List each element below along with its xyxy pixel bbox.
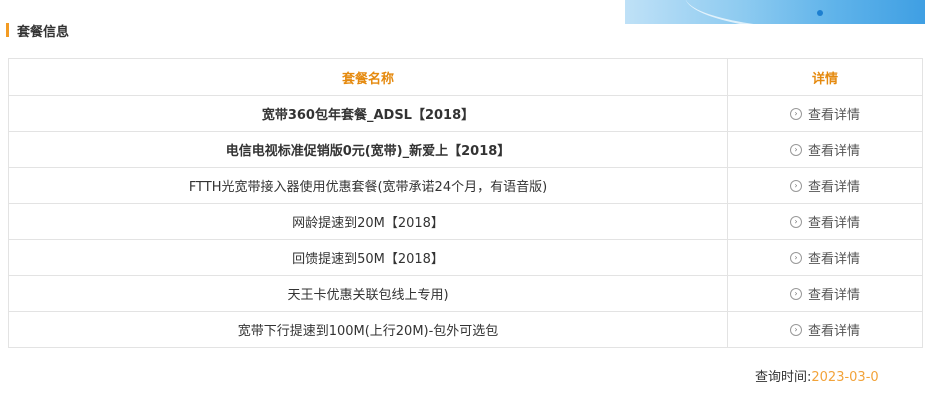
table-row: FTTH光宽带接入器使用优惠套餐(宽带承诺24个月，有语音版) › 查看详情 [8,167,923,204]
view-detail-label: 查看详情 [807,252,860,267]
table-body: 宽带360包年套餐_ADSL【2018】 › 查看详情 电信电视标准促销版0元(宽带)… [8,95,923,348]
package-name-cell: 宽带360包年套餐_ADSL【2018】 [8,95,728,132]
view-detail-label: 查看详情 [807,288,860,303]
section-title-bar [6,23,9,37]
table-row: 宽带下行提速到100M(上行20M)-包外可选包 › 查看详情 [8,311,923,348]
detail-cell: › 查看详情 [727,311,923,348]
query-time-date: 2023-03-0 [811,370,879,385]
view-detail-label: 查看详情 [807,180,860,195]
view-detail-label: 查看详情 [807,324,860,339]
detail-cell: › 查看详情 [727,203,923,240]
detail-cell: › 查看详情 [727,167,923,204]
package-name-cell: 天王卡优惠关联包线上专用) [8,275,728,312]
package-table: 套餐名称 详情 宽带360包年套餐_ADSL【2018】 › 查看详情 电信电视标准促… [8,58,923,348]
table-row: 电信电视标准促销版0元(宽带)_新爱上【2018】 › 查看详情 [8,131,923,168]
query-time: 查询时间:2023-03-0 [755,366,879,385]
chevron-right-circle-icon: › [789,143,802,156]
view-detail-link[interactable]: › 查看详情 [789,176,860,195]
view-detail-label: 查看详情 [807,144,860,159]
view-detail-link[interactable]: › 查看详情 [789,104,860,123]
table-row: 天王卡优惠关联包线上专用) › 查看详情 [8,275,923,312]
section-title: 套餐信息 [6,22,70,40]
banner-dot [817,10,823,16]
view-detail-link[interactable]: › 查看详情 [789,284,860,303]
chevron-right-circle-icon: › [789,215,802,228]
view-detail-label: 查看详情 [807,216,860,231]
table-header-row: 套餐名称 详情 [8,58,923,96]
package-name-cell: 宽带下行提速到100M(上行20M)-包外可选包 [8,311,728,348]
chevron-right-circle-icon: › [789,287,802,300]
package-name-cell: 网龄提速到20M【2018】 [8,203,728,240]
detail-cell: › 查看详情 [727,239,923,276]
detail-cell: › 查看详情 [727,131,923,168]
table-row: 宽带360包年套餐_ADSL【2018】 › 查看详情 [8,95,923,132]
chevron-right-circle-icon: › [789,179,802,192]
header-package-name: 套餐名称 [8,58,728,96]
header-detail: 详情 [727,58,923,96]
table-row: 网龄提速到20M【2018】 › 查看详情 [8,203,923,240]
chevron-right-circle-icon: › [789,251,802,264]
view-detail-link[interactable]: › 查看详情 [789,320,860,339]
detail-cell: › 查看详情 [727,275,923,312]
view-detail-label: 查看详情 [807,108,860,123]
package-name-cell: FTTH光宽带接入器使用优惠套餐(宽带承诺24个月，有语音版) [8,167,728,204]
table-row: 回馈提速到50M【2018】 › 查看详情 [8,239,923,276]
section-title-text: 套餐信息 [17,24,70,40]
view-detail-link[interactable]: › 查看详情 [789,140,860,159]
query-time-label: 查询时间: [755,370,812,385]
top-banner-image [625,0,925,24]
banner-swoosh [685,0,925,24]
chevron-right-circle-icon: › [789,323,802,336]
view-detail-link[interactable]: › 查看详情 [789,248,860,267]
package-name-cell: 电信电视标准促销版0元(宽带)_新爱上【2018】 [8,131,728,168]
view-detail-link[interactable]: › 查看详情 [789,212,860,231]
detail-cell: › 查看详情 [727,95,923,132]
package-name-cell: 回馈提速到50M【2018】 [8,239,728,276]
chevron-right-circle-icon: › [789,107,802,120]
